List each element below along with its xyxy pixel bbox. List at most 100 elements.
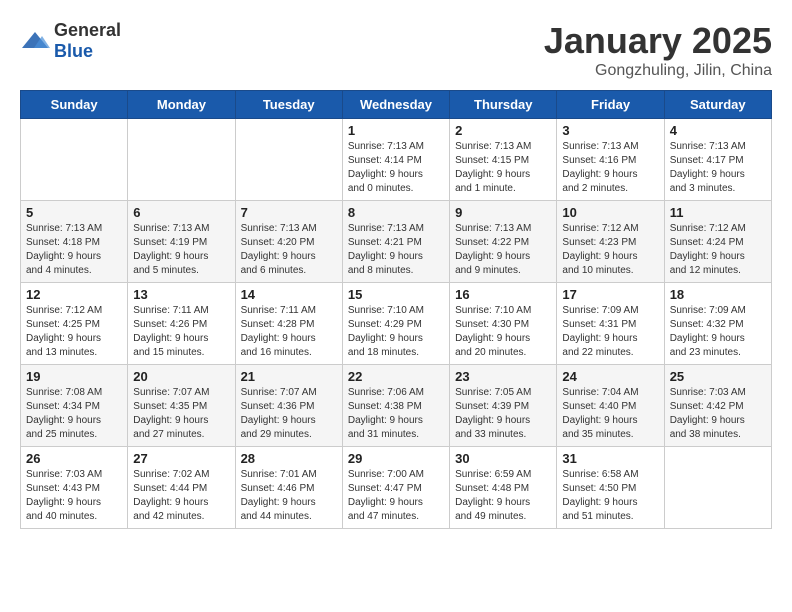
day-detail: Sunrise: 7:07 AM Sunset: 4:35 PM Dayligh…	[133, 386, 229, 442]
day-number: 29	[348, 451, 444, 466]
day-number: 2	[455, 123, 551, 138]
day-detail: Sunrise: 7:01 AM Sunset: 4:46 PM Dayligh…	[241, 468, 337, 524]
day-number: 17	[562, 287, 658, 302]
weekday-header: Sunday	[21, 91, 128, 119]
calendar-cell: 31 Sunrise: 6:58 AM Sunset: 4:50 PM Dayli…	[557, 447, 664, 529]
calendar-cell: 7 Sunrise: 7:13 AM Sunset: 4:20 PM Daylig…	[235, 201, 342, 283]
day-detail: Sunrise: 7:13 AM Sunset: 4:17 PM Dayligh…	[670, 140, 766, 196]
day-detail: Sunrise: 7:12 AM Sunset: 4:23 PM Dayligh…	[562, 222, 658, 278]
calendar-cell	[128, 119, 235, 201]
day-detail: Sunrise: 7:07 AM Sunset: 4:36 PM Dayligh…	[241, 386, 337, 442]
calendar-cell: 8 Sunrise: 7:13 AM Sunset: 4:21 PM Daylig…	[342, 201, 449, 283]
day-number: 9	[455, 205, 551, 220]
weekday-header: Friday	[557, 91, 664, 119]
day-detail: Sunrise: 6:59 AM Sunset: 4:48 PM Dayligh…	[455, 468, 551, 524]
calendar-cell: 15 Sunrise: 7:10 AM Sunset: 4:29 PM Dayli…	[342, 283, 449, 365]
day-number: 10	[562, 205, 658, 220]
day-detail: Sunrise: 7:00 AM Sunset: 4:47 PM Dayligh…	[348, 468, 444, 524]
day-detail: Sunrise: 7:13 AM Sunset: 4:20 PM Dayligh…	[241, 222, 337, 278]
day-detail: Sunrise: 7:09 AM Sunset: 4:31 PM Dayligh…	[562, 304, 658, 360]
calendar-cell: 16 Sunrise: 7:10 AM Sunset: 4:30 PM Dayli…	[450, 283, 557, 365]
day-detail: Sunrise: 7:04 AM Sunset: 4:40 PM Dayligh…	[562, 386, 658, 442]
calendar-cell: 6 Sunrise: 7:13 AM Sunset: 4:19 PM Daylig…	[128, 201, 235, 283]
day-number: 14	[241, 287, 337, 302]
day-detail: Sunrise: 6:58 AM Sunset: 4:50 PM Dayligh…	[562, 468, 658, 524]
day-number: 7	[241, 205, 337, 220]
calendar-cell	[235, 119, 342, 201]
day-detail: Sunrise: 7:13 AM Sunset: 4:18 PM Dayligh…	[26, 222, 122, 278]
calendar-week-row: 5 Sunrise: 7:13 AM Sunset: 4:18 PM Daylig…	[21, 201, 772, 283]
logo-icon	[20, 30, 50, 52]
calendar-cell: 4 Sunrise: 7:13 AM Sunset: 4:17 PM Daylig…	[664, 119, 771, 201]
header: General Blue January 2025 Gongzhuling, J…	[20, 20, 772, 80]
day-detail: Sunrise: 7:10 AM Sunset: 4:30 PM Dayligh…	[455, 304, 551, 360]
day-number: 18	[670, 287, 766, 302]
weekday-header: Tuesday	[235, 91, 342, 119]
weekday-header: Saturday	[664, 91, 771, 119]
day-detail: Sunrise: 7:12 AM Sunset: 4:24 PM Dayligh…	[670, 222, 766, 278]
calendar-cell: 18Sunrise: 7:09 AM Sunset: 4:32 PM Dayli…	[664, 283, 771, 365]
calendar-cell: 12Sunrise: 7:12 AM Sunset: 4:25 PM Dayli…	[21, 283, 128, 365]
calendar-cell: 3Sunrise: 7:13 AM Sunset: 4:16 PM Daylig…	[557, 119, 664, 201]
day-number: 13	[133, 287, 229, 302]
calendar-week-row: 26Sunrise: 7:03 AM Sunset: 4:43 PM Dayli…	[21, 447, 772, 529]
day-number: 25	[670, 369, 766, 384]
day-number: 1	[348, 123, 444, 138]
calendar-cell: 21 Sunrise: 7:07 AM Sunset: 4:36 PM Dayli…	[235, 365, 342, 447]
day-detail: Sunrise: 7:10 AM Sunset: 4:29 PM Dayligh…	[348, 304, 444, 360]
day-detail: Sunrise: 7:13 AM Sunset: 4:15 PM Dayligh…	[455, 140, 551, 196]
day-number: 8	[348, 205, 444, 220]
day-number: 23	[455, 369, 551, 384]
day-number: 15	[348, 287, 444, 302]
day-number: 26	[26, 451, 122, 466]
logo-blue: Blue	[54, 41, 93, 61]
calendar-cell: 24 Sunrise: 7:04 AM Sunset: 4:40 PM Dayli…	[557, 365, 664, 447]
calendar-cell: 26Sunrise: 7:03 AM Sunset: 4:43 PM Dayli…	[21, 447, 128, 529]
calendar-table: SundayMondayTuesdayWednesdayThursdayFrid…	[20, 90, 772, 529]
day-detail: Sunrise: 7:03 AM Sunset: 4:42 PM Dayligh…	[670, 386, 766, 442]
day-number: 28	[241, 451, 337, 466]
calendar-cell: 11Sunrise: 7:12 AM Sunset: 4:24 PM Dayli…	[664, 201, 771, 283]
calendar-cell: 25 Sunrise: 7:03 AM Sunset: 4:42 PM Dayli…	[664, 365, 771, 447]
day-detail: Sunrise: 7:08 AM Sunset: 4:34 PM Dayligh…	[26, 386, 122, 442]
logo-text: General Blue	[54, 20, 121, 62]
day-number: 22	[348, 369, 444, 384]
day-detail: Sunrise: 7:13 AM Sunset: 4:16 PM Dayligh…	[562, 140, 658, 196]
day-number: 27	[133, 451, 229, 466]
calendar-cell: 20Sunrise: 7:07 AM Sunset: 4:35 PM Dayli…	[128, 365, 235, 447]
day-detail: Sunrise: 7:13 AM Sunset: 4:19 PM Dayligh…	[133, 222, 229, 278]
calendar-cell: 10 Sunrise: 7:12 AM Sunset: 4:23 PM Dayli…	[557, 201, 664, 283]
calendar-cell	[664, 447, 771, 529]
day-detail: Sunrise: 7:13 AM Sunset: 4:14 PM Dayligh…	[348, 140, 444, 196]
calendar-cell: 27 Sunrise: 7:02 AM Sunset: 4:44 PM Dayli…	[128, 447, 235, 529]
day-number: 5	[26, 205, 122, 220]
day-detail: Sunrise: 7:11 AM Sunset: 4:26 PM Dayligh…	[133, 304, 229, 360]
calendar-cell: 23Sunrise: 7:05 AM Sunset: 4:39 PM Dayli…	[450, 365, 557, 447]
month-title: January 2025	[544, 20, 772, 62]
day-detail: Sunrise: 7:12 AM Sunset: 4:25 PM Dayligh…	[26, 304, 122, 360]
calendar-cell	[21, 119, 128, 201]
day-detail: Sunrise: 7:13 AM Sunset: 4:21 PM Dayligh…	[348, 222, 444, 278]
day-number: 30	[455, 451, 551, 466]
logo-general: General	[54, 20, 121, 40]
calendar-week-row: 1 Sunrise: 7:13 AM Sunset: 4:14 PM Daylig…	[21, 119, 772, 201]
day-detail: Sunrise: 7:06 AM Sunset: 4:38 PM Dayligh…	[348, 386, 444, 442]
day-number: 16	[455, 287, 551, 302]
calendar-cell: 2 Sunrise: 7:13 AM Sunset: 4:15 PM Daylig…	[450, 119, 557, 201]
calendar-cell: 30 Sunrise: 6:59 AM Sunset: 4:48 PM Dayli…	[450, 447, 557, 529]
day-number: 6	[133, 205, 229, 220]
calendar-cell: 13 Sunrise: 7:11 AM Sunset: 4:26 PM Dayli…	[128, 283, 235, 365]
weekday-header: Thursday	[450, 91, 557, 119]
calendar-cell: 28 Sunrise: 7:01 AM Sunset: 4:46 PM Dayli…	[235, 447, 342, 529]
day-number: 21	[241, 369, 337, 384]
day-number: 31	[562, 451, 658, 466]
calendar-cell: 19Sunrise: 7:08 AM Sunset: 4:34 PM Dayli…	[21, 365, 128, 447]
day-detail: Sunrise: 7:02 AM Sunset: 4:44 PM Dayligh…	[133, 468, 229, 524]
calendar-cell: 9 Sunrise: 7:13 AM Sunset: 4:22 PM Daylig…	[450, 201, 557, 283]
day-number: 24	[562, 369, 658, 384]
day-detail: Sunrise: 7:13 AM Sunset: 4:22 PM Dayligh…	[455, 222, 551, 278]
day-number: 4	[670, 123, 766, 138]
calendar-cell: 29 Sunrise: 7:00 AM Sunset: 4:47 PM Dayli…	[342, 447, 449, 529]
weekday-header: Wednesday	[342, 91, 449, 119]
calendar-cell: 17 Sunrise: 7:09 AM Sunset: 4:31 PM Dayli…	[557, 283, 664, 365]
